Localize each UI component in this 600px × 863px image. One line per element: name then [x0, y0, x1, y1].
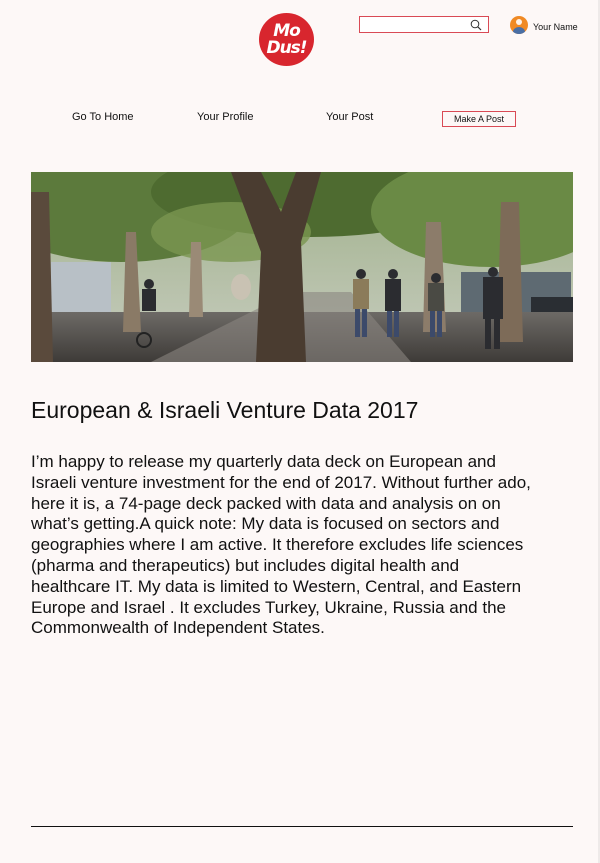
footer-divider [31, 826, 573, 827]
make-post-button[interactable]: Make A Post [442, 111, 516, 127]
search-input[interactable] [360, 20, 478, 35]
nav-post-link[interactable]: Your Post [326, 111, 373, 123]
search-icon[interactable] [470, 19, 482, 31]
nav-profile-link[interactable]: Your Profile [197, 111, 253, 123]
search-box[interactable] [359, 16, 489, 35]
modus-logo[interactable]: Mo Dus! [259, 13, 314, 66]
hero-image [31, 172, 573, 362]
user-name[interactable]: Your Name [533, 22, 578, 32]
article-title: European & Israeli Venture Data 2017 [31, 397, 419, 423]
logo-line-1: Mo [273, 20, 301, 41]
logo-line-2: Dus! [266, 37, 307, 58]
article-body: I’m happy to release my quarterly data d… [31, 452, 531, 638]
nav-home-link[interactable]: Go To Home [72, 111, 134, 123]
avatar-icon[interactable] [510, 16, 528, 34]
user-menu[interactable]: Your Name [510, 16, 578, 34]
